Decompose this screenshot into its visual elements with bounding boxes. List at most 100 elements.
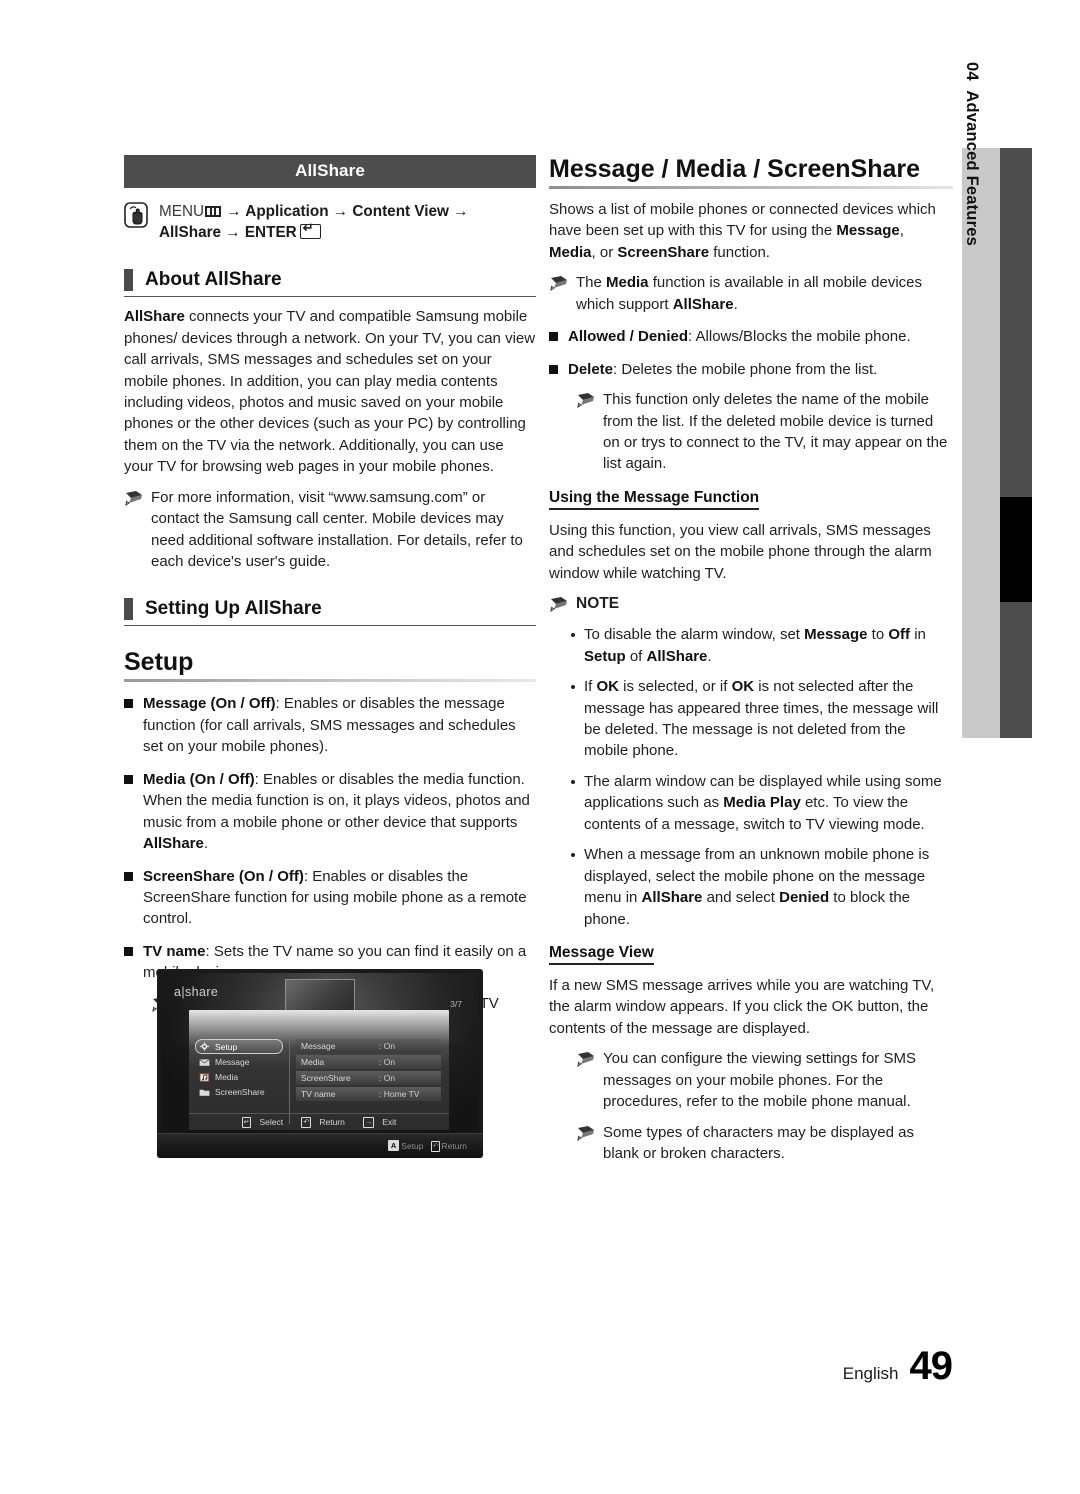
osd-key-legend: ↵ Select ↶ Return → Exit xyxy=(189,1113,449,1128)
note-media-text: The Media function is available in all m… xyxy=(576,272,953,315)
osd-key-return-label: Return xyxy=(319,1117,345,1127)
nb1-p8: . xyxy=(707,647,712,665)
allshare-banner: AllShare xyxy=(124,155,536,188)
heading-about-allshare: About AllShare xyxy=(124,269,536,298)
intro-bold-message: Message xyxy=(836,222,900,240)
tv-bezel: A Setup ↶ Return xyxy=(157,1133,483,1158)
using-message-paragraph: Using this function, you view call arriv… xyxy=(549,521,932,582)
setup-item-media-bold-tail: AllShare xyxy=(143,835,204,853)
setup-item-screenshare-text: ScreenShare (On / Off): Enables or disab… xyxy=(143,866,536,930)
heading-setup: Setup xyxy=(124,648,194,677)
intro-part-e: function. xyxy=(709,243,770,261)
note-bullet-alarm-window: The alarm window can be displayed while … xyxy=(571,771,953,835)
osd-menu-item-media[interactable]: Media xyxy=(195,1070,283,1084)
nb4-p2: and select xyxy=(702,889,780,907)
chapter-edge-bar xyxy=(1000,148,1032,738)
note-media-bold-media: Media xyxy=(606,274,649,292)
setup-item-message-text: Message (On / Off): Enables or disables … xyxy=(143,693,536,757)
message-view-note-1: You can configure the viewing settings f… xyxy=(576,1048,953,1112)
heading-main-rule xyxy=(549,186,953,189)
about-body-text: connects your TV and compatible Samsung … xyxy=(124,308,536,476)
note-bullet-4-text: When a message from an unknown mobile ph… xyxy=(584,844,953,930)
return-arrow-icon: ↶ xyxy=(430,1141,441,1152)
setup-item-screenshare: ScreenShare (On / Off): Enables or disab… xyxy=(124,866,536,930)
osd-setting-value: : Home TV xyxy=(379,1089,420,1099)
delete-note: This function only deletes the name of t… xyxy=(576,389,953,475)
note-media-bold-allshare: AllShare xyxy=(672,295,734,313)
exit-icon: → xyxy=(363,1117,375,1128)
note-bullet-ok-selected: If OK is selected, or if OK is not selec… xyxy=(571,676,953,762)
manual-page: 04 Advanced Features AllShare MENU → App… xyxy=(0,0,1080,1494)
osd-menu-item-setup[interactable]: Setup xyxy=(195,1039,283,1054)
message-view-note-2-text: Some types of characters may be displaye… xyxy=(603,1123,914,1163)
menu-path-menu-label: MENU xyxy=(159,203,205,220)
bullet-delete-label: Delete xyxy=(568,360,614,378)
heading-using-message-function: Using the Message Function xyxy=(549,489,760,510)
message-view-note-1-text: You can configure the viewing settings f… xyxy=(603,1050,916,1111)
nb1-p1: Message xyxy=(804,626,868,644)
music-note-icon xyxy=(199,1073,209,1081)
right-intro-paragraph: Shows a list of mobile phones or connect… xyxy=(549,199,953,263)
osd-settings-list: Message : On Media : On ScreenShare : On… xyxy=(296,1039,441,1103)
setup-item-media-text: Media (On / Off): Enables or disables th… xyxy=(143,769,536,855)
nb4-p3: Denied xyxy=(779,889,830,907)
note-bullet-3-text: The alarm window can be displayed while … xyxy=(584,771,953,835)
page-footer: English 49 xyxy=(843,1344,953,1389)
heading-setup-rule xyxy=(124,679,536,683)
note-bullet-2-text: If OK is selected, or if OK is not selec… xyxy=(584,676,953,762)
gear-icon xyxy=(200,1042,209,1051)
square-bullet-icon xyxy=(549,364,558,374)
nb3-p1: Media Play xyxy=(723,794,801,812)
square-bullet-icon xyxy=(124,871,133,881)
about-lead-word: AllShare xyxy=(124,308,185,326)
pencil-note-icon xyxy=(576,1051,596,1068)
nb2-p3: OK xyxy=(731,678,755,696)
intro-part-c: , xyxy=(899,222,904,240)
osd-menu-item-message-label: Message xyxy=(215,1057,250,1067)
note-bullet-1-text: To disable the alarm window, set Message… xyxy=(584,624,953,667)
pencil-note-icon xyxy=(576,392,596,409)
osd-setting-value: : On xyxy=(379,1041,396,1051)
osd-menu-item-screenshare[interactable]: ScreenShare xyxy=(195,1085,283,1099)
message-view-note-2: Some types of characters may be displaye… xyxy=(576,1122,953,1165)
heading-tick xyxy=(124,269,133,292)
nb1-p0: To disable the alarm window, set xyxy=(584,626,805,644)
osd-setting-row-tv-name[interactable]: TV name : Home TV xyxy=(296,1087,441,1101)
heading-setting-up-label: Setting Up AllShare xyxy=(145,598,322,620)
nb2-p2: is selected, or if xyxy=(619,678,732,696)
menu-path-line2: AllShare → ENTER xyxy=(159,224,297,242)
osd-setting-value: : On xyxy=(379,1057,396,1067)
setup-item-media-tail: . xyxy=(203,835,209,853)
tv-panel: a|share 3/7 Setup Message Media ScreenSh… xyxy=(161,973,479,1133)
tv-page-counter: 3/7 xyxy=(450,999,462,1009)
setup-item-message-label: Message (On / Off) xyxy=(143,695,276,713)
osd-setting-row-message[interactable]: Message : On xyxy=(296,1039,441,1053)
nb1-p7: AllShare xyxy=(646,647,708,665)
pencil-note-icon xyxy=(549,275,569,292)
bullet-delete-body: : Deletes the mobile phone from the list… xyxy=(613,360,878,378)
setup-item-message: Message (On / Off): Enables or disables … xyxy=(124,693,536,757)
folder-icon xyxy=(199,1089,210,1096)
intro-bold-media: Media xyxy=(549,243,592,261)
osd-key-exit: → Exit xyxy=(359,1117,400,1128)
return-arrow-icon: ↶ xyxy=(301,1117,312,1128)
note-bullet-unknown-phone: When a message from an unknown mobile ph… xyxy=(571,844,953,930)
bullet-allowed-denied-label: Allowed / Denied xyxy=(568,328,689,346)
osd-setting-row-screenshare[interactable]: ScreenShare : On xyxy=(296,1071,441,1085)
nb1-p3: Off xyxy=(888,626,911,644)
osd-menu-item-message[interactable]: Message xyxy=(195,1055,283,1069)
menu-grid-icon xyxy=(205,206,222,217)
about-allshare-paragraph: AllShare connects your TV and compatible… xyxy=(124,306,536,478)
setup-item-screenshare-label: ScreenShare (On / Off) xyxy=(143,867,304,885)
chapter-edge-marker xyxy=(1000,497,1032,602)
intro-part-d: , or xyxy=(591,243,618,261)
nb1-p2: to xyxy=(867,626,889,644)
osd-key-select: ↵ Select xyxy=(238,1117,288,1128)
chapter-tab-label: 04 Advanced Features xyxy=(962,62,981,246)
osd-setting-row-media[interactable]: Media : On xyxy=(296,1055,441,1069)
pencil-note-icon xyxy=(549,596,569,613)
note-media-a: The xyxy=(576,274,607,292)
setup-item-media-label: Media (On / Off) xyxy=(143,770,255,788)
message-view-paragraph: If a new SMS message arrives while you a… xyxy=(549,976,935,1037)
tv-bezel-setup-label: Setup xyxy=(401,1141,424,1151)
